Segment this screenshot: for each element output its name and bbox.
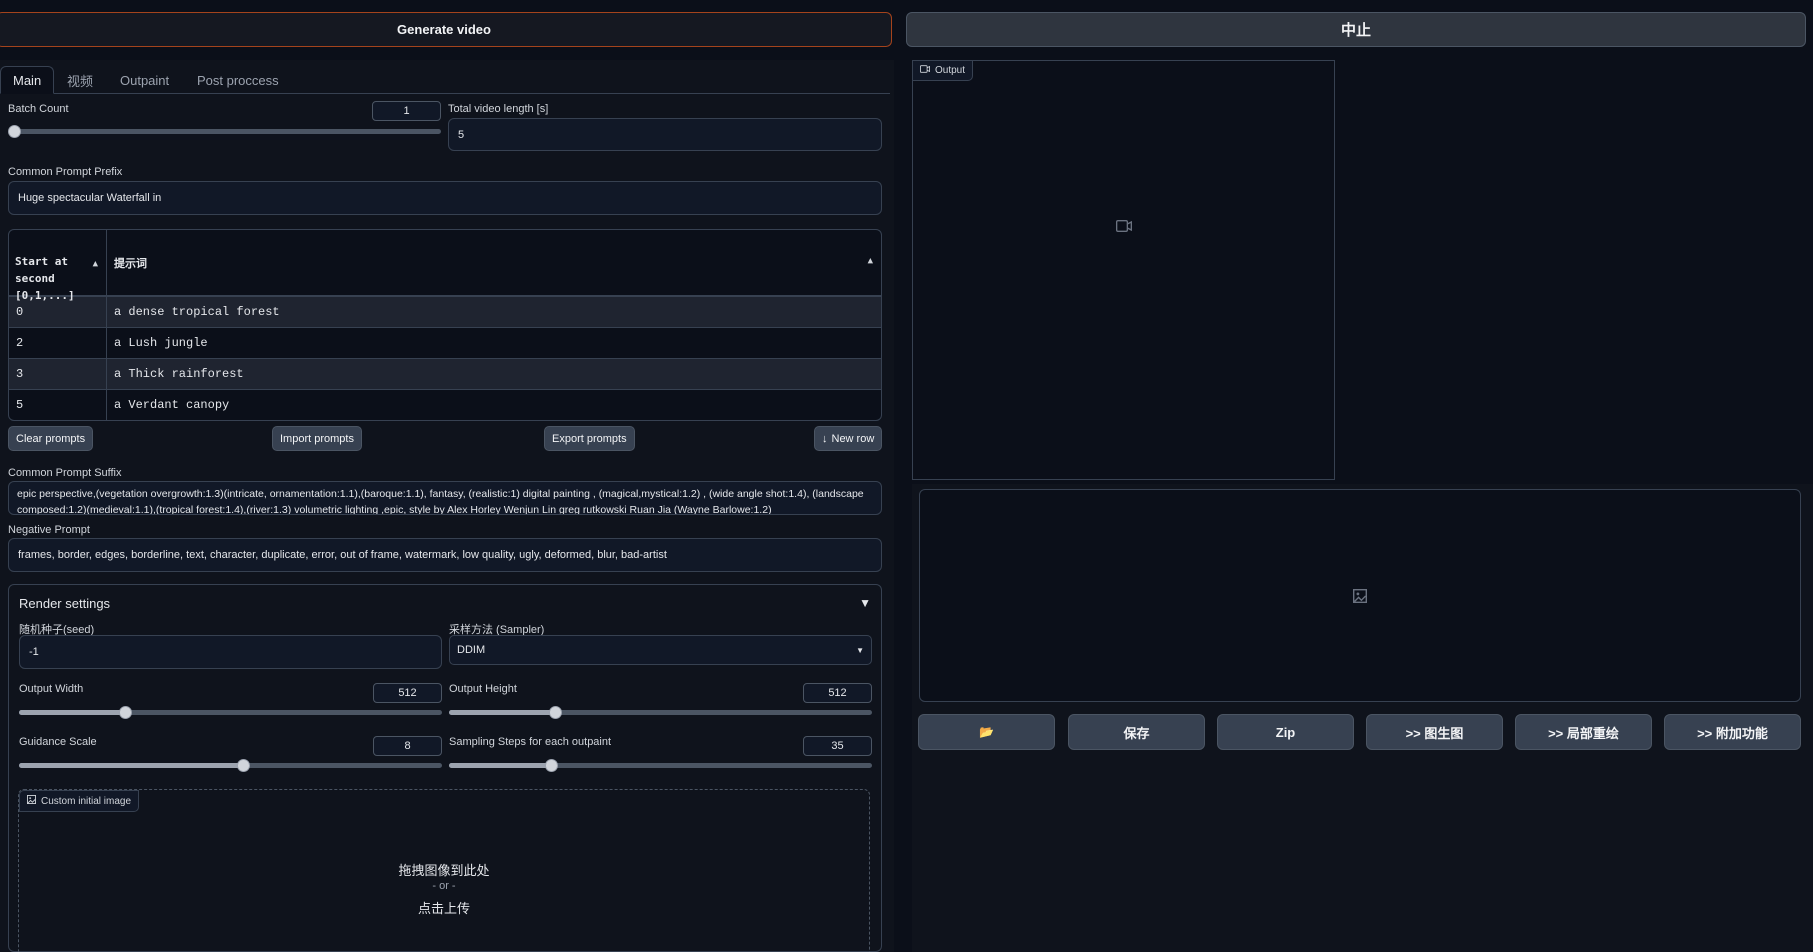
save-button[interactable]: 保存 — [1068, 714, 1205, 750]
generate-video-button[interactable]: Generate video — [0, 12, 892, 47]
new-row-button[interactable]: ↓ New row — [814, 426, 883, 451]
sampling-steps-thumb[interactable] — [544, 759, 558, 772]
render-settings-panel: Render settings ▼ 随机种子(seed) -1 采样方法 (Sa… — [8, 584, 882, 952]
table-row: 2 a Lush jungle — [9, 327, 881, 358]
table-row: 0 a dense tropical forest — [9, 296, 881, 327]
open-folder-button[interactable]: 📂 — [918, 714, 1055, 750]
sampling-steps-label: Sampling Steps for each outpaint — [449, 736, 612, 748]
output-width-label: Output Width — [19, 683, 84, 695]
prefix-input[interactable]: Huge spectacular Waterfall in — [8, 181, 882, 215]
output-height-slider[interactable] — [449, 706, 872, 719]
prefix-label: Common Prompt Prefix — [8, 166, 123, 178]
header-start-second-text: Start at second [0,1,...] — [15, 255, 75, 302]
total-video-length-label: Total video length [s] — [448, 103, 549, 115]
or-text: - or - — [432, 880, 456, 892]
new-row-label: New row — [831, 432, 875, 445]
output-height-thumb[interactable] — [548, 706, 562, 719]
zip-button[interactable]: Zip — [1217, 714, 1354, 750]
import-prompts-button[interactable]: Import prompts — [272, 426, 362, 451]
tab-main[interactable]: Main — [0, 66, 55, 94]
header-start-second[interactable]: Start at second [0,1,...] ▲ — [9, 230, 107, 302]
tab-outpaint[interactable]: Outpaint — [108, 66, 181, 94]
collapse-icon[interactable]: ▼ — [859, 596, 871, 610]
batch-count-label: Batch Count — [8, 103, 69, 115]
tab-video[interactable]: 视频 — [55, 66, 105, 94]
stop-button[interactable]: 中止 — [906, 12, 1806, 47]
video-placeholder-icon — [1116, 220, 1132, 235]
batch-count-input[interactable]: 1 — [372, 101, 441, 121]
image-icon — [27, 795, 36, 807]
initial-image-upload[interactable]: Custom initial image 拖拽图像到此处 - or - 点击上传 — [18, 789, 870, 952]
cell-prompt[interactable]: a dense tropical forest — [107, 297, 881, 327]
output-label: Output — [935, 65, 966, 76]
clear-prompts-button[interactable]: Clear prompts — [8, 426, 94, 451]
custom-initial-image-label: Custom initial image — [41, 795, 132, 807]
suffix-input[interactable]: epic perspective,(vegetation overgrowth:… — [8, 481, 882, 515]
guidance-scale-input[interactable]: 8 — [373, 736, 442, 756]
suffix-label: Common Prompt Suffix — [8, 467, 122, 479]
cell-prompt[interactable]: a Thick rainforest — [107, 359, 881, 389]
arrow-down-icon: ↓ — [822, 432, 828, 445]
output-width-thumb[interactable] — [118, 706, 132, 719]
sort-icon[interactable]: ▲ — [868, 256, 873, 266]
drop-image-text: 拖拽图像到此处 — [398, 863, 490, 878]
custom-initial-image-tag: Custom initial image — [19, 790, 140, 812]
cell-prompt[interactable]: a Verdant canopy — [107, 390, 881, 420]
header-prompt[interactable]: 提示词 ▲ — [107, 230, 881, 295]
table-row: 3 a Thick rainforest — [9, 358, 881, 389]
image-gallery — [919, 489, 1801, 702]
batch-count-thumb[interactable] — [8, 125, 21, 138]
output-height-input[interactable]: 512 — [803, 683, 872, 703]
table-header: Start at second [0,1,...] ▲ 提示词 ▲ — [9, 230, 881, 302]
sampler-value: DDIM — [457, 644, 486, 656]
guidance-scale-thumb[interactable] — [237, 759, 251, 772]
guidance-scale-label: Guidance Scale — [19, 736, 97, 748]
sort-icon[interactable]: ▲ — [93, 256, 98, 273]
tab-post-process[interactable]: Post proccess — [185, 66, 291, 94]
output-tag: Output — [913, 61, 974, 81]
tab-bar: Main 视频 Outpaint Post proccess — [0, 66, 890, 94]
chevron-down-icon: ▼ — [856, 645, 864, 655]
header-prompt-text: 提示词 — [114, 256, 147, 270]
negative-prompt-input[interactable]: frames, border, edges, borderline, text,… — [8, 538, 882, 572]
image-placeholder-icon — [1353, 589, 1367, 606]
output-width-input[interactable]: 512 — [373, 683, 442, 703]
sampling-steps-slider[interactable] — [449, 759, 872, 772]
output-height-label: Output Height — [449, 683, 517, 695]
total-video-length-input[interactable]: 5 — [448, 118, 882, 151]
output-width-slider[interactable] — [19, 706, 442, 719]
output-video-panel: Output — [912, 60, 1335, 480]
sampler-select[interactable]: DDIM ▼ — [449, 635, 872, 665]
export-prompts-button[interactable]: Export prompts — [544, 426, 635, 451]
batch-count-slider[interactable] — [8, 125, 441, 138]
table-row: 5 a Verdant canopy — [9, 389, 881, 420]
cell-prompt[interactable]: a Lush jungle — [107, 328, 881, 358]
prompt-table: Start at second [0,1,...] ▲ 提示词 ▲ 0 a de… — [8, 229, 882, 421]
render-settings-title[interactable]: Render settings — [19, 596, 110, 611]
sampling-steps-input[interactable]: 35 — [803, 736, 872, 756]
cell-start[interactable]: 0 — [9, 297, 107, 327]
guidance-scale-slider[interactable] — [19, 759, 442, 772]
negative-prompt-label: Negative Prompt — [8, 524, 90, 536]
cell-start[interactable]: 2 — [9, 328, 107, 358]
cell-start[interactable]: 3 — [9, 359, 107, 389]
seed-input[interactable]: -1 — [19, 635, 442, 669]
send-to-extras-button[interactable]: >> 附加功能 — [1664, 714, 1801, 750]
click-upload-text: 点击上传 — [417, 901, 470, 916]
folder-icon: 📂 — [979, 725, 994, 739]
send-to-img2img-button[interactable]: >> 图生图 — [1366, 714, 1503, 750]
send-to-inpaint-button[interactable]: >> 局部重绘 — [1515, 714, 1652, 750]
video-icon — [920, 65, 930, 76]
cell-start[interactable]: 5 — [9, 390, 107, 420]
